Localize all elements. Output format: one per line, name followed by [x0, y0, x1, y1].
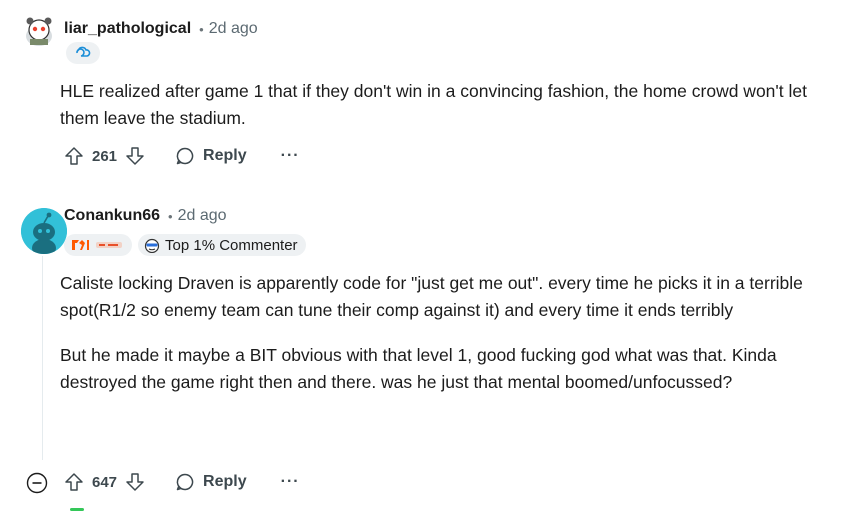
- more-options-button[interactable]: ···: [281, 147, 300, 165]
- top-commenter-badge: Top 1% Commenter: [138, 234, 306, 256]
- reply-label: Reply: [203, 473, 247, 490]
- reply-bubble-icon: [176, 473, 194, 491]
- separator-dot: •: [168, 208, 173, 224]
- comment-header: Conankun66 • 2d ago: [64, 207, 227, 225]
- comment-header: liar_pathological • 2d ago: [64, 20, 258, 38]
- more-options-button[interactable]: ···: [281, 473, 300, 491]
- snoo-sunglasses-icon: [144, 238, 160, 253]
- comment-paragraph: Caliste locking Draven is apparently cod…: [60, 273, 803, 320]
- reply-bubble-icon: [176, 147, 194, 165]
- author-name[interactable]: liar_pathological: [64, 20, 191, 38]
- reply-label: Reply: [203, 147, 247, 164]
- reply-button[interactable]: Reply: [175, 146, 247, 166]
- timestamp[interactable]: 2d ago: [209, 20, 258, 38]
- team-flair-icon: [66, 42, 100, 64]
- comment: Conankun66 • 2d ago Top 1% Commenter Cal…: [0, 190, 842, 511]
- vote-count: 261: [92, 147, 118, 165]
- comment-body: Caliste locking Draven is apparently cod…: [60, 270, 820, 414]
- snoo-avatar-icon: [21, 208, 67, 254]
- upvote-icon[interactable]: [64, 472, 84, 492]
- comment-paragraph: HLE realized after game 1 that if they d…: [60, 81, 807, 128]
- timestamp[interactable]: 2d ago: [178, 207, 227, 225]
- badge-label: Top 1% Commenter: [165, 236, 298, 254]
- vote-count: 647: [92, 473, 118, 491]
- fnatic-team-flair-icon: [64, 234, 132, 256]
- vote-controls: 261: [64, 146, 145, 166]
- upvote-icon[interactable]: [64, 146, 84, 166]
- thread-line[interactable]: [42, 256, 43, 460]
- reply-button[interactable]: Reply: [175, 472, 247, 492]
- avatar[interactable]: [21, 208, 67, 254]
- vote-controls: 647: [64, 472, 145, 492]
- comment-body: HLE realized after game 1 that if they d…: [60, 78, 820, 150]
- comment: liar_pathological • 2d ago HLE realized …: [0, 0, 842, 190]
- snoo-avatar-icon: [20, 12, 58, 50]
- author-name[interactable]: Conankun66: [64, 207, 160, 225]
- downvote-icon[interactable]: [125, 146, 145, 166]
- avatar[interactable]: [20, 12, 58, 50]
- collapse-thread-icon[interactable]: [26, 472, 48, 494]
- comment-actions: 261 Reply ···: [64, 146, 300, 166]
- comment-actions: 647 Reply ···: [64, 472, 300, 492]
- user-flair: Top 1% Commenter: [64, 234, 306, 256]
- separator-dot: •: [199, 21, 204, 37]
- downvote-icon[interactable]: [125, 472, 145, 492]
- user-flair: [66, 42, 100, 64]
- comment-paragraph: But he made it maybe a BIT obvious with …: [60, 345, 777, 392]
